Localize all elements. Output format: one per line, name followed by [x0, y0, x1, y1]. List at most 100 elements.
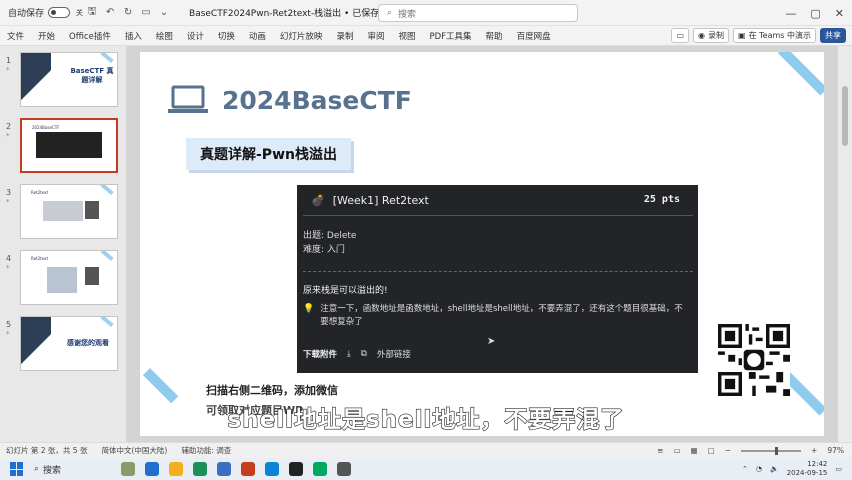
- external-link-icon[interactable]: ⧉: [361, 349, 367, 359]
- tab-record[interactable]: 录制: [329, 30, 360, 42]
- terminal-icon[interactable]: [289, 462, 304, 476]
- thumbnail-number: 4: [6, 254, 12, 263]
- status-bar: 幻灯片 第 2 张，共 5 张 简体中文(中国大陆) 辅助功能: 调查 ≡ ▭ …: [0, 442, 852, 458]
- tab-animations[interactable]: 动画: [242, 30, 273, 42]
- wechat-icon[interactable]: [313, 462, 328, 476]
- autosave-toggle[interactable]: 自动保存 关: [8, 6, 83, 19]
- wechat-instruction: 扫描右侧二维码，添加微信: [206, 384, 338, 397]
- tab-draw[interactable]: 绘图: [149, 30, 180, 42]
- divider: [303, 271, 693, 272]
- tab-file[interactable]: 文件: [0, 30, 31, 42]
- thumbnail-image: [43, 201, 83, 221]
- app-icon[interactable]: [217, 462, 232, 476]
- tab-insert[interactable]: 插入: [118, 30, 149, 42]
- normal-view-icon[interactable]: ▭: [673, 446, 680, 455]
- slide-thumbnail-5[interactable]: 感谢您的观看: [20, 316, 118, 371]
- tab-slideshow[interactable]: 幻灯片放映: [273, 30, 330, 42]
- title-bar: 自动保存 关 🖫 ↶ ↻ ▭ ⌄ BaseCTF2024Pwn-Ret2text…: [0, 0, 852, 26]
- mouse-cursor-icon: ➤: [487, 336, 496, 347]
- slide-thumbnail-3[interactable]: Ret2text: [20, 184, 118, 239]
- download-icon[interactable]: ⤓: [347, 349, 351, 359]
- app-icon[interactable]: [121, 462, 136, 476]
- search-icon: ⌕: [387, 8, 393, 18]
- tab-view[interactable]: 视图: [391, 30, 422, 42]
- tip-text: 注意一下，函数地址是函数地址，shell地址是shell地址，不要弄混了，还有这…: [320, 304, 683, 327]
- tab-transitions[interactable]: 切换: [211, 30, 242, 42]
- slide-title: 2024BaseCTF: [222, 86, 412, 115]
- maximize-icon[interactable]: ▢: [810, 7, 820, 20]
- taskbar: ⌕ 搜索 ⌃ ◔ 🔈 12:42 2024-09-15 ▭: [0, 458, 852, 480]
- external-link[interactable]: 外部链接: [377, 348, 411, 360]
- wp-instruction: 可领取对应题目WP: [206, 404, 304, 417]
- undo-icon[interactable]: ↶: [101, 7, 119, 18]
- tab-design[interactable]: 设计: [180, 30, 211, 42]
- vertical-scrollbar[interactable]: [838, 46, 852, 442]
- share-button[interactable]: 共享: [820, 28, 846, 43]
- taskbar-search-label: 搜索: [43, 465, 62, 476]
- network-icon[interactable]: ◔: [756, 465, 762, 473]
- thumbnail-star: *: [6, 330, 10, 338]
- thumbnail-title: BaseCTF 真题详解: [70, 67, 114, 84]
- clock[interactable]: 12:42 2024-09-15: [787, 460, 828, 478]
- record-button[interactable]: ◉ 录制: [693, 28, 730, 43]
- record-label: 录制: [708, 31, 725, 40]
- thumbnail-title: 感谢您的观看: [67, 339, 109, 347]
- zoom-level[interactable]: 97%: [827, 446, 844, 455]
- close-icon[interactable]: ✕: [835, 7, 844, 20]
- download-attachment-link[interactable]: 下载附件: [303, 348, 337, 360]
- folder-icon[interactable]: [169, 462, 184, 476]
- reading-view-icon[interactable]: ▢: [708, 446, 715, 455]
- accessibility-status[interactable]: 辅助功能: 调查: [181, 445, 231, 456]
- minimize-icon[interactable]: —: [785, 7, 796, 20]
- date-text: 2024-09-15: [786, 469, 828, 477]
- slideshow-icon[interactable]: ▭: [137, 7, 155, 18]
- thumbnail-star: *: [6, 264, 10, 272]
- share-label: 共享: [825, 31, 841, 40]
- start-icon[interactable]: [10, 462, 24, 476]
- zoom-out-icon[interactable]: −: [725, 446, 731, 455]
- lightbulb-icon: 💡: [303, 304, 315, 314]
- slide-thumbnail-1[interactable]: BaseCTF 真题详解: [20, 52, 118, 107]
- thumbnail-stripe: [100, 185, 114, 196]
- status-left: 幻灯片 第 2 张，共 5 张 简体中文(中国大陆) 辅助功能: 调查: [6, 445, 231, 456]
- decorative-stripe: [142, 368, 179, 404]
- language-indicator[interactable]: 简体中文(中国大陆): [101, 445, 167, 456]
- teams-present-button[interactable]: ▣ 在 Teams 中演示: [733, 28, 816, 43]
- tab-help[interactable]: 帮助: [479, 30, 510, 42]
- app-icon[interactable]: [193, 462, 208, 476]
- tab-home[interactable]: 开始: [31, 30, 62, 42]
- search-placeholder: 搜索: [398, 9, 417, 20]
- chevron-up-icon[interactable]: ⌃: [742, 465, 748, 473]
- scrollbar-thumb[interactable]: [842, 86, 848, 146]
- app-icon[interactable]: [337, 462, 352, 476]
- record-icon: ◉: [698, 31, 706, 40]
- current-slide[interactable]: 2024BaseCTF 真题详解-Pwn栈溢出 💣 [Week1] Ret2te…: [140, 52, 824, 436]
- tab-office-plugins[interactable]: Office插件: [62, 30, 118, 42]
- notes-icon[interactable]: ≡: [657, 446, 663, 455]
- tab-baidu-netdisk[interactable]: 百度网盘: [510, 30, 558, 42]
- slide-thumbnail-4[interactable]: Ret2text: [20, 250, 118, 305]
- slide-thumbnail-2[interactable]: 2024BaseCTF: [20, 118, 118, 173]
- comments-button[interactable]: ▭: [671, 28, 690, 43]
- sorter-view-icon[interactable]: ▦: [691, 446, 698, 455]
- tab-review[interactable]: 审阅: [360, 30, 391, 42]
- search-input[interactable]: ⌕ 搜索: [378, 4, 578, 22]
- autosave-state: 关: [76, 8, 84, 17]
- zoom-slider[interactable]: [741, 446, 802, 455]
- card-title-group: 💣 [Week1] Ret2text: [311, 194, 429, 207]
- tab-pdf-tools[interactable]: PDF工具集: [422, 30, 478, 42]
- toggle-switch[interactable]: [48, 7, 71, 18]
- customize-icon[interactable]: ⌄: [155, 7, 173, 18]
- powerpoint-icon[interactable]: [241, 462, 256, 476]
- card-description: 原来栈是可以溢出的!: [303, 286, 388, 296]
- redo-icon[interactable]: ↻: [119, 7, 137, 18]
- zoom-in-icon[interactable]: +: [811, 446, 817, 455]
- save-icon[interactable]: 🖫: [83, 4, 101, 21]
- thumbnail-image: [47, 267, 77, 293]
- app-icon[interactable]: [265, 462, 280, 476]
- volume-icon[interactable]: 🔈: [770, 465, 779, 473]
- taskbar-search[interactable]: ⌕ 搜索: [34, 463, 61, 476]
- app-icon[interactable]: [145, 462, 160, 476]
- slide-counter: 幻灯片 第 2 张，共 5 张: [6, 446, 88, 455]
- notification-icon[interactable]: ▭: [835, 465, 842, 473]
